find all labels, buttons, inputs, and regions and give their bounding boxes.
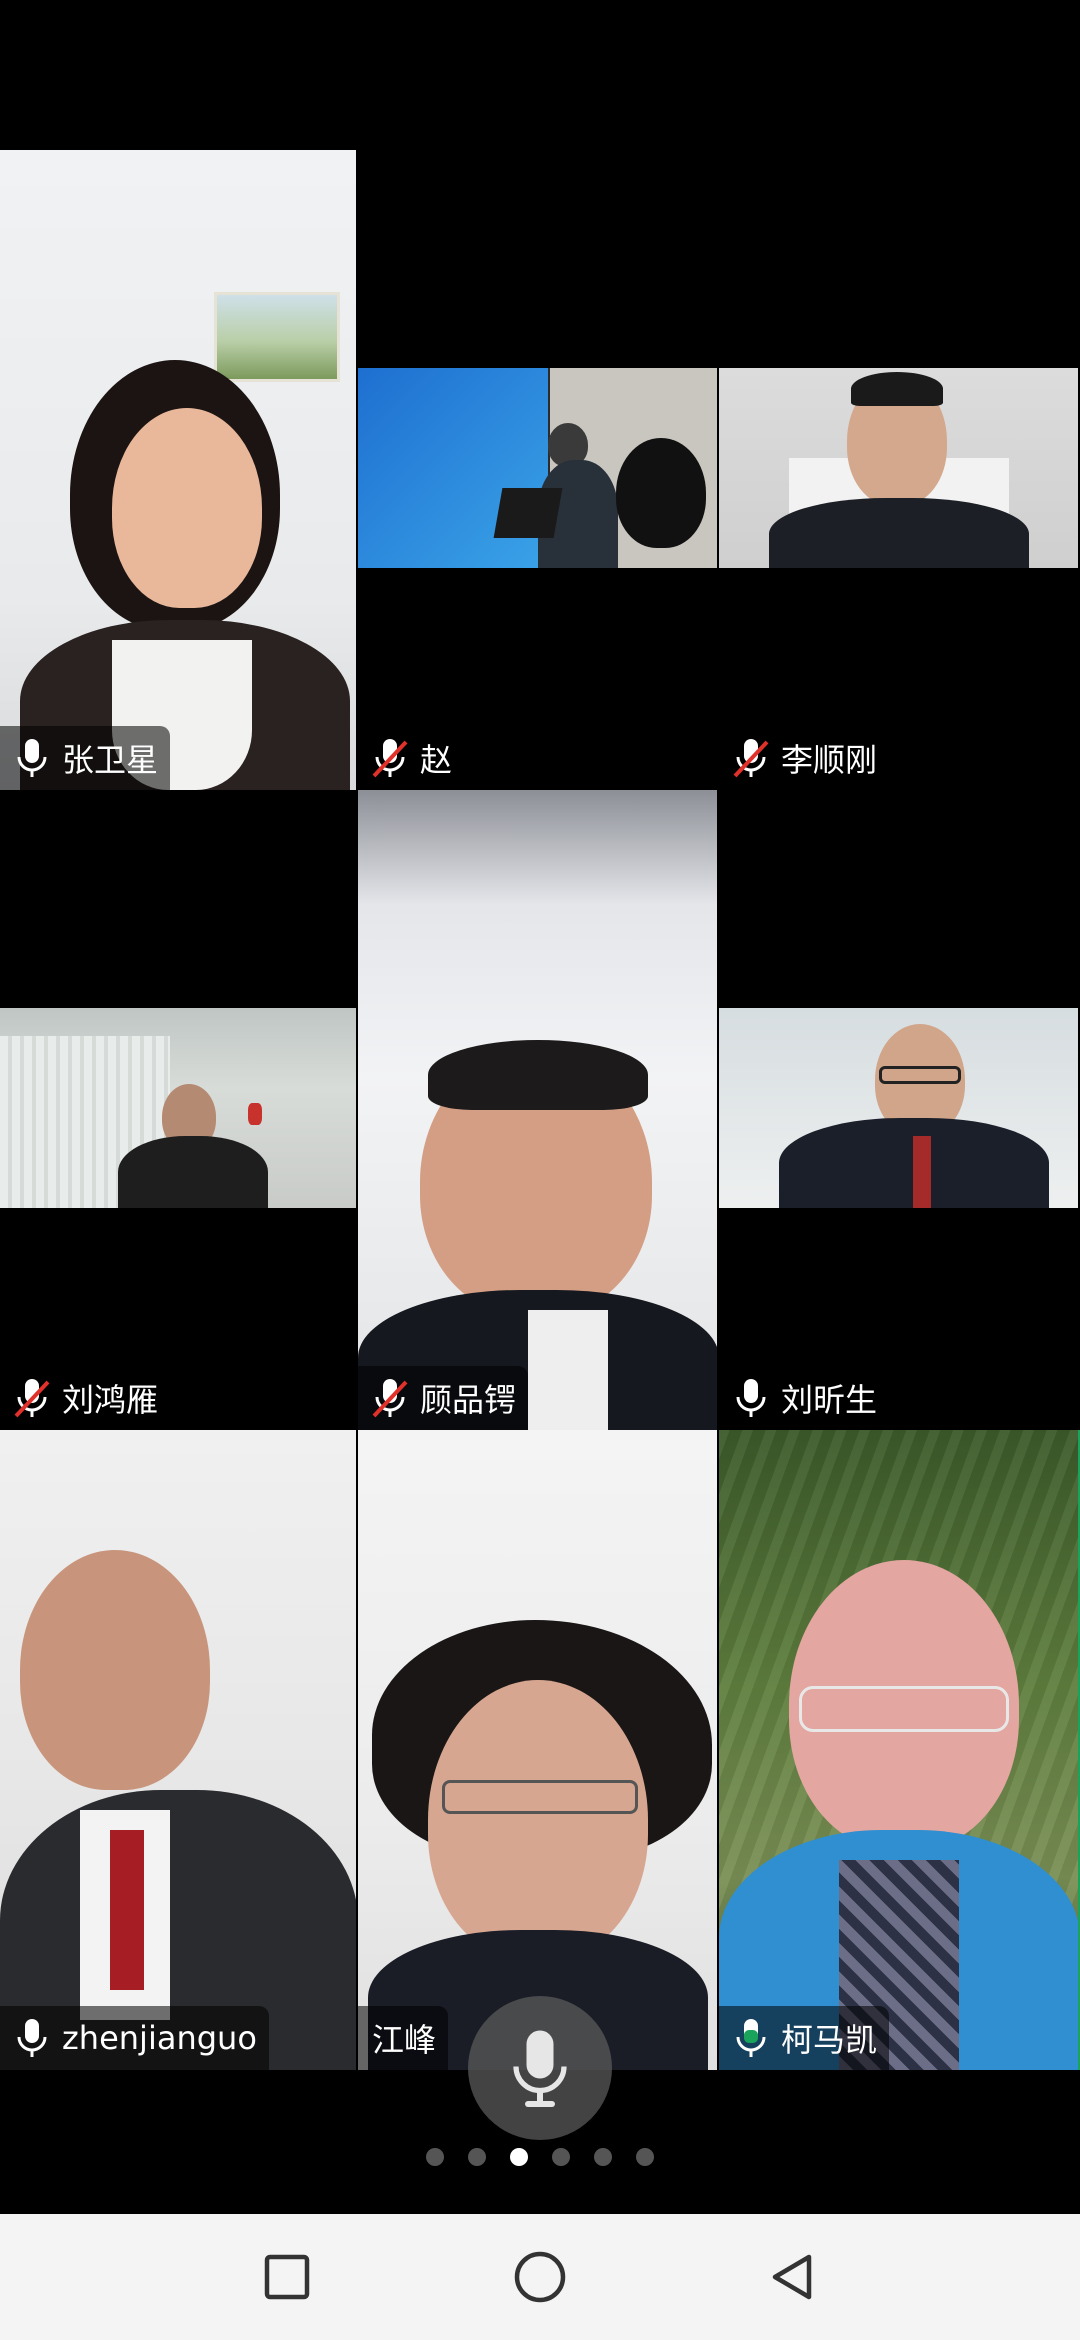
microphone-muted-icon (372, 1379, 408, 1418)
microphone-speaking-icon (736, 2019, 766, 2057)
back-button[interactable] (758, 2242, 828, 2312)
page-dot-current[interactable] (510, 2148, 528, 2166)
page-indicator[interactable] (0, 2148, 1080, 2166)
system-navigation-bar (0, 2214, 1080, 2340)
white-shirt (528, 1310, 608, 1430)
laptop (493, 488, 563, 538)
participant-label: 刘鸿雁 (0, 1366, 171, 1430)
page-dot[interactable] (426, 2148, 444, 2166)
page-dot[interactable] (552, 2148, 570, 2166)
participant-tile[interactable]: zhenjianguo (0, 1430, 358, 2070)
participant-tile[interactable]: 赵 (358, 150, 719, 790)
glasses (442, 1780, 638, 1814)
glasses (799, 1686, 1009, 1732)
participant-label: 顾品锷 (358, 1366, 529, 1430)
circle-icon (514, 2251, 566, 2303)
microphone-icon (17, 2019, 47, 2057)
microphone-muted-icon (733, 739, 769, 778)
participant-video (358, 368, 717, 568)
hair (428, 1040, 648, 1110)
participant-label: 赵 (358, 726, 465, 790)
page-dot[interactable] (636, 2148, 654, 2166)
participant-video (358, 1430, 717, 2070)
participant-tile[interactable]: 张卫星 (0, 150, 358, 790)
participant-name: 刘鸿雁 (62, 1381, 159, 1419)
square-icon (264, 2254, 309, 2300)
participant-label: 江峰 (358, 2006, 449, 2070)
participant-video (358, 790, 717, 1430)
participant-label: zhenjianguo (0, 2006, 269, 2070)
microphone-muted-icon (14, 1379, 50, 1418)
home-button[interactable] (505, 2242, 575, 2312)
glasses (879, 1066, 961, 1084)
participant-name: zhenjianguo (62, 2019, 257, 2057)
microphone-icon (736, 1379, 766, 1417)
participant-video (719, 1430, 1078, 2070)
red-tie (913, 1136, 931, 1208)
participant-video (0, 1008, 356, 1208)
participant-name: 柯马凯 (781, 2021, 878, 2059)
participant-video (719, 368, 1078, 568)
participant-tile[interactable]: 江峰 (358, 1430, 719, 2070)
participant-label: 柯马凯 (719, 2006, 890, 2070)
participant-video (0, 150, 356, 790)
microphone-muted-icon (372, 739, 408, 778)
page-dot[interactable] (468, 2148, 486, 2166)
participant-name: 刘昕生 (781, 1381, 878, 1419)
participant-name: 江峰 (372, 2021, 437, 2059)
hair (851, 372, 943, 406)
participant-tile-active-speaker[interactable]: 柯马凯 (719, 1430, 1080, 2070)
meeting-screen: 张卫星 赵 李顺刚 刘鸿雁 顾品锷 刘昕生 zhenjianguo 江峰 柯马凯 (0, 0, 1080, 2340)
wall-painting (214, 292, 340, 382)
red-tie (110, 1830, 144, 1990)
participant-tile[interactable]: 顾品锷 (358, 790, 719, 1430)
participant-video (719, 1008, 1078, 1208)
participant-tile[interactable]: 刘鸿雁 (0, 790, 358, 1430)
microphone-icon (17, 739, 47, 777)
red-ornament (248, 1103, 262, 1125)
microphone-icon (513, 2030, 567, 2107)
participant-name: 赵 (420, 741, 453, 779)
participant-name: 张卫星 (62, 741, 159, 779)
recent-apps-button[interactable] (252, 2242, 322, 2312)
participant-video (0, 1430, 356, 2070)
page-dot[interactable] (594, 2148, 612, 2166)
mute-toggle-button[interactable] (468, 1996, 612, 2140)
participant-name: 李顺刚 (781, 741, 878, 779)
triangle-back-icon (773, 2254, 812, 2300)
projector-screen (358, 368, 548, 568)
participant-label: 张卫星 (0, 726, 171, 790)
video-grid: 张卫星 赵 李顺刚 刘鸿雁 顾品锷 刘昕生 zhenjianguo 江峰 柯马凯 (0, 150, 1080, 2070)
participant-label: 李顺刚 (719, 726, 890, 790)
participant-label: 刘昕生 (719, 1366, 890, 1430)
participant-tile[interactable]: 李顺刚 (719, 150, 1080, 790)
participant-name: 顾品锷 (420, 1381, 517, 1419)
participant-tile[interactable]: 刘昕生 (719, 790, 1080, 1430)
